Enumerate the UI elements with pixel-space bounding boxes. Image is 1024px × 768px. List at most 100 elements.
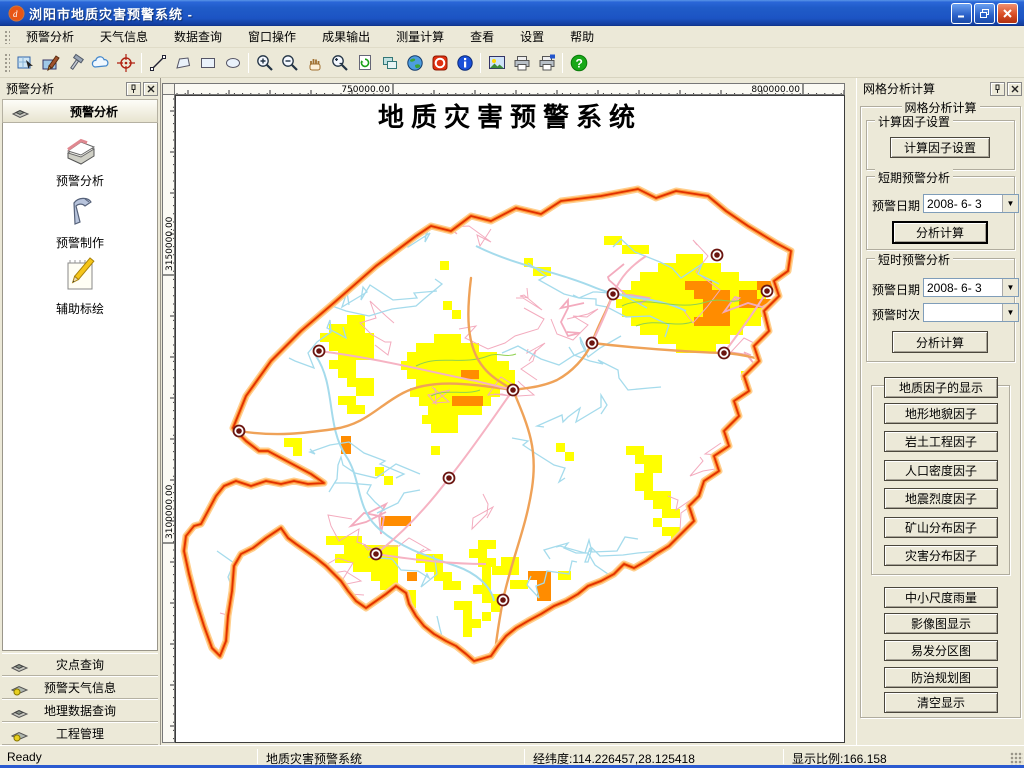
nowcast-time-label: 预警时次 [872, 306, 920, 323]
select-map-icon[interactable] [14, 51, 37, 74]
print-icon[interactable] [510, 51, 533, 74]
factor-button-0[interactable]: 地质因子的显示 [884, 377, 998, 398]
toolbar-grip[interactable] [3, 52, 10, 72]
map-title: 地质灾害预警系统 [378, 102, 642, 133]
menu-item-4[interactable]: 成果输出 [309, 26, 383, 47]
right-panel-title: 网格分析计算 [859, 80, 935, 97]
factor-button-4[interactable]: 地震烈度因子 [884, 488, 998, 509]
draw-line-icon[interactable] [146, 51, 169, 74]
sidebar-item-disaster-point-query[interactable]: 灾点查询 [2, 653, 158, 676]
image-export-icon[interactable] [485, 51, 508, 74]
nowcast-analyze-button[interactable]: 分析计算 [892, 331, 988, 353]
menu-item-6[interactable]: 查看 [457, 26, 507, 47]
groupbox-legend: 计算因子设置 [875, 113, 953, 130]
factor-button-3[interactable]: 人口密度因子 [884, 460, 998, 481]
menu-item-0[interactable]: 预警分析 [13, 26, 87, 47]
sidebar-item-warning-weather-info[interactable]: 预警天气信息 [2, 676, 158, 699]
menu-item-2[interactable]: 数据查询 [161, 26, 235, 47]
top-ruler: 750000.00800000.00 [175, 83, 845, 95]
draw-rectangle-icon[interactable] [196, 51, 219, 74]
menu-item-5[interactable]: 测量计算 [383, 26, 457, 47]
status-divider [524, 749, 525, 764]
tool-icon [60, 193, 100, 229]
globe-icon[interactable] [403, 51, 426, 74]
menu-item-1[interactable]: 天气信息 [87, 26, 161, 47]
extra-button-1[interactable]: 影像图显示 [884, 613, 998, 634]
nowcast-time-combo[interactable]: ▼ [923, 303, 1019, 322]
stop-icon[interactable] [428, 51, 451, 74]
left-panel-close-button[interactable] [143, 82, 158, 96]
zoom-in-icon[interactable] [253, 51, 276, 74]
window-title: 浏阳市地质灾害预警系统 - [29, 4, 193, 23]
status-ready: Ready [0, 748, 256, 765]
pan-hand-icon[interactable] [303, 51, 326, 74]
status-scale: 显示比例:166.158 [785, 748, 1005, 765]
resize-grip[interactable] [1010, 752, 1023, 765]
extra-button-3[interactable]: 防治规划图 [884, 667, 998, 688]
sidebar-item-warning-production[interactable]: 预警制作 [3, 193, 157, 251]
short-term-date-combo[interactable]: 2008- 6- 3 ▼ [923, 194, 1019, 213]
factor-button-5[interactable]: 矿山分布因子 [884, 517, 998, 538]
menu-grip[interactable] [3, 29, 10, 44]
menu-item-8[interactable]: 帮助 [557, 26, 607, 47]
combo-value: 2008- 6- 3 [924, 279, 1002, 296]
left-panel-titlebar: 预警分析 [2, 80, 158, 97]
right-panel-close-button[interactable] [1007, 82, 1022, 96]
edit-map-icon[interactable] [39, 51, 62, 74]
sidebar-item-label: 预警分析 [3, 172, 157, 189]
print-setup-icon[interactable] [535, 51, 558, 74]
copy-view-icon[interactable] [378, 51, 401, 74]
factor-button-1[interactable]: 地形地貌因子 [884, 403, 998, 424]
info-icon[interactable] [453, 51, 476, 74]
toolbar-separator [248, 53, 249, 73]
left-panel-header[interactable]: 预警分析 [2, 99, 158, 123]
factor-button-2[interactable]: 岩土工程因子 [884, 431, 998, 452]
close-button[interactable] [997, 3, 1018, 24]
chevron-down-icon[interactable]: ▼ [1002, 279, 1018, 296]
map-canvas[interactable]: 地质灾害预警系统 [175, 95, 845, 743]
extra-button-0[interactable]: 中小尺度雨量 [884, 587, 998, 608]
toolbar-separator [562, 53, 563, 73]
chevron-down-icon[interactable]: ▼ [1002, 304, 1018, 321]
help-icon[interactable]: ? [567, 51, 590, 74]
extra-button-2[interactable]: 易发分区图 [884, 640, 998, 661]
menu-item-7[interactable]: 设置 [507, 26, 557, 47]
svg-text:3100000.00: 3100000.00 [165, 484, 175, 539]
combo-value [924, 304, 1002, 321]
short-term-analyze-button[interactable]: 分析计算 [892, 221, 988, 244]
cloud-tool-icon[interactable] [89, 51, 112, 74]
zoom-out-icon[interactable] [278, 51, 301, 74]
restore-button[interactable] [974, 3, 995, 24]
locate-crosshair-icon[interactable] [114, 51, 137, 74]
svg-text:d: d [13, 9, 18, 19]
map-document: 750000.00800000.00 3150000.003100000.00 [161, 78, 856, 745]
nowcast-date-combo[interactable]: 2008- 6- 3 ▼ [923, 278, 1019, 297]
scanner-icon [11, 103, 31, 119]
sidebar-item-geographic-data-query[interactable]: 地理数据查询 [2, 699, 158, 722]
status-divider [783, 749, 784, 764]
svg-text:800000.00: 800000.00 [751, 85, 800, 95]
sidebar-item-warning-analysis[interactable]: 预警分析 [3, 133, 157, 189]
left-panel-header-label: 预警分析 [31, 103, 157, 120]
menu-item-3[interactable]: 窗口操作 [235, 26, 309, 47]
refresh-view-icon[interactable] [353, 51, 376, 74]
sidebar-item-auxiliary-plotting[interactable]: 辅助标绘 [3, 253, 157, 317]
nowcast-date-label: 预警日期 [872, 281, 920, 298]
groupbox-legend: 短期预警分析 [875, 169, 953, 186]
toolbar-separator [141, 53, 142, 73]
hammer-tool-icon[interactable] [64, 51, 87, 74]
factor-button-6[interactable]: 灾害分布因子 [884, 545, 998, 566]
draw-polygon-icon[interactable] [171, 51, 194, 74]
factor-setting-button[interactable]: 计算因子设置 [890, 137, 990, 158]
chevron-down-icon[interactable]: ▼ [1002, 195, 1018, 212]
short-term-date-label: 预警日期 [872, 197, 920, 214]
zoom-extent-icon[interactable] [328, 51, 351, 74]
draw-ellipse-icon[interactable] [221, 51, 244, 74]
pin-icon [129, 84, 138, 94]
combo-value: 2008- 6- 3 [924, 195, 1002, 212]
sidebar-item-project-management[interactable]: 工程管理 [2, 722, 158, 745]
pin-button[interactable] [990, 82, 1005, 96]
minimize-button[interactable] [951, 3, 972, 24]
extra-button-4[interactable]: 清空显示 [884, 692, 998, 713]
pin-button[interactable] [126, 82, 141, 96]
